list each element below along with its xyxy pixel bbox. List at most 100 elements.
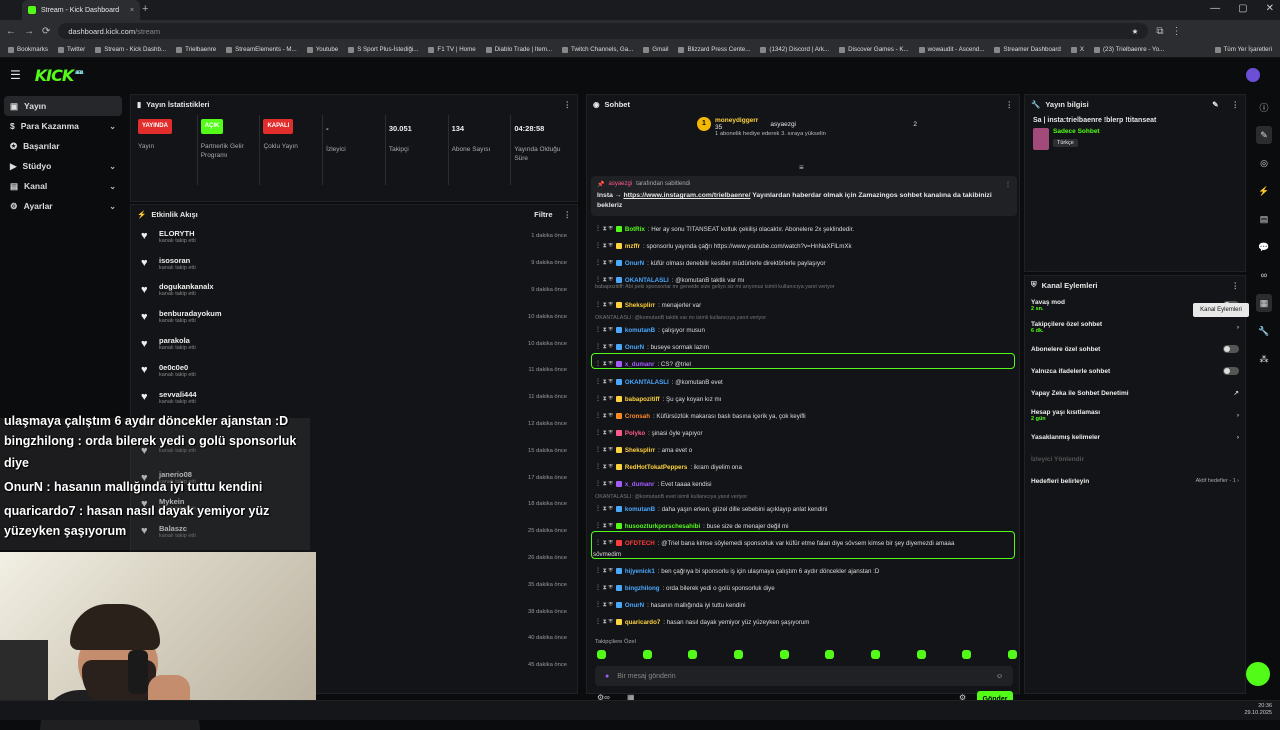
chat-username[interactable]: Polyko: [625, 430, 645, 437]
bookmark-star-icon[interactable]: ★: [1132, 27, 1139, 36]
back-icon[interactable]: ←: [6, 26, 16, 37]
sidebar-item-kanal[interactable]: ▤ Kanal ⌄: [0, 176, 126, 196]
emote-icon[interactable]: [688, 650, 698, 659]
pinned-link[interactable]: https://www.instagram.com/trielbaenre/: [623, 192, 750, 199]
chat-username[interactable]: x_dumanr: [625, 361, 655, 368]
more-options-icon[interactable]: ⋮: [564, 210, 572, 219]
channel-action-item[interactable]: Abonelere özel sohbet: [1025, 338, 1245, 360]
activity-username[interactable]: isosoran: [159, 256, 196, 265]
chat-username[interactable]: mzffr: [625, 243, 640, 250]
sidebar-item-başarılar[interactable]: ✪ Başarılar: [0, 136, 126, 156]
bookmark-item[interactable]: F1 TV | Home: [428, 46, 476, 53]
browser-tab[interactable]: Stream - Kick Dashboard ×: [22, 0, 140, 20]
stream-category[interactable]: Sadece Sohbet: [1053, 128, 1100, 135]
emote-icon[interactable]: [870, 650, 880, 659]
chat-username[interactable]: Sheksplirr: [625, 447, 655, 454]
extensions-icon[interactable]: ⧉: [1156, 26, 1163, 37]
document-icon[interactable]: ▤: [1256, 210, 1272, 228]
bolt-icon[interactable]: ⚡: [1256, 182, 1272, 200]
chat-username[interactable]: OnurN: [625, 602, 644, 609]
chat-username[interactable]: OFDTECH: [625, 540, 655, 547]
apps-icon[interactable]: ⁂: [1256, 350, 1272, 368]
toggle-switch[interactable]: [1223, 345, 1239, 353]
edit-icon[interactable]: ✎: [1212, 100, 1218, 109]
chevron-down-icon[interactable]: ⌄: [109, 162, 116, 171]
activity-username[interactable]: ELORYTH: [159, 229, 196, 238]
unpin-icon[interactable]: ⋮: [1005, 181, 1011, 188]
link-icon[interactable]: ∞: [1256, 266, 1272, 284]
action-right[interactable]: ›: [1237, 434, 1239, 441]
pinned-by[interactable]: asyaezgi: [608, 181, 632, 188]
chat-username[interactable]: RedHotTokatPeppers: [625, 464, 687, 471]
channel-action-item[interactable]: Yasaklanmış kelimeler ›: [1025, 426, 1245, 448]
more-options-icon[interactable]: ⋮: [1232, 100, 1240, 109]
close-tab-icon[interactable]: ×: [130, 7, 134, 14]
chat-username[interactable]: OnurN: [625, 344, 644, 351]
activity-username[interactable]: 0e0c0e0: [159, 363, 196, 372]
chat-username[interactable]: OKANTALASLI: [625, 379, 669, 386]
chat-username[interactable]: Sheksplirr: [625, 302, 655, 309]
message-actions-icon[interactable]: ⋮ ⧗ ⛨: [595, 618, 613, 626]
channel-action-item[interactable]: Yalnızca ifadelerle sohbet: [1025, 360, 1245, 382]
gift-second-user[interactable]: asyaezgi: [770, 121, 796, 128]
sidebar-item-yayın[interactable]: ▣ Yayın: [4, 96, 122, 116]
bookmark-item[interactable]: Blizzard Press Cente...: [678, 46, 750, 53]
emote-icon[interactable]: [733, 650, 743, 659]
sidebar-item-ayarlar[interactable]: ⚙ Ayarlar ⌄: [0, 196, 126, 216]
channel-action-item[interactable]: Yapay Zeka ile Sohbet Denetimi ↗: [1025, 382, 1245, 404]
bookmark-item[interactable]: Youtube: [306, 46, 338, 53]
activity-username[interactable]: dogukankanalx: [159, 282, 214, 291]
message-actions-icon[interactable]: ⋮ ⧗ ⛨: [595, 584, 613, 592]
chat-username[interactable]: komutanB: [625, 327, 655, 334]
message-actions-icon[interactable]: ⋮ ⧗ ⛨: [595, 301, 613, 309]
chat-username[interactable]: OnurN: [625, 260, 644, 267]
more-options-icon[interactable]: ⋮: [1006, 100, 1014, 109]
channel-actions-icon[interactable]: ▦: [1256, 294, 1272, 312]
message-actions-icon[interactable]: ⋮ ⧗ ⛨: [595, 505, 613, 513]
bookmark-item[interactable]: Diablo Trade | Item...: [485, 46, 552, 53]
chat-username[interactable]: husoozturkporschesahibi: [625, 523, 700, 530]
message-actions-icon[interactable]: ⋮ ⧗ ⛨: [595, 429, 613, 437]
bookmark-item[interactable]: Stream - Kick Dashb...: [95, 46, 166, 53]
message-actions-icon[interactable]: ⋮ ⧗ ⛨: [595, 463, 613, 471]
bookmark-item[interactable]: Trielbaenre: [176, 46, 216, 53]
url-field[interactable]: dashboard.kick.com/stream ★: [58, 23, 1149, 39]
message-actions-icon[interactable]: ⋮ ⧗ ⛨: [595, 446, 613, 454]
message-actions-icon[interactable]: ⋮ ⧗ ⛨: [595, 225, 613, 233]
close-window-icon[interactable]: ✕: [1266, 3, 1274, 14]
wrench-icon[interactable]: 🔧: [1256, 322, 1272, 340]
message-actions-icon[interactable]: ⋮ ⧗ ⛨: [595, 276, 613, 284]
camera-icon[interactable]: ◎: [1256, 154, 1272, 172]
forward-icon[interactable]: →: [24, 26, 34, 37]
chat-username[interactable]: hijyenick1: [625, 568, 655, 575]
activity-username[interactable]: benburadayokum: [159, 309, 222, 318]
more-options-icon[interactable]: ⋮: [1232, 281, 1240, 290]
activity-username[interactable]: parakola: [159, 336, 196, 345]
channel-action-item[interactable]: İzleyici Yönlendir: [1025, 448, 1245, 470]
bookmark-item[interactable]: (1342) Discord | Ark...: [760, 46, 829, 53]
action-right[interactable]: ›: [1237, 412, 1239, 419]
emote-icon[interactable]: [916, 650, 926, 659]
chat-username[interactable]: komutanB: [625, 506, 655, 513]
chat-input[interactable]: ● Bir mesaj gönderin ☺: [595, 666, 1013, 686]
chevron-down-icon[interactable]: ⌄: [109, 202, 116, 211]
message-actions-icon[interactable]: ⋮ ⧗ ⛨: [595, 412, 613, 420]
activity-username[interactable]: sevvali444: [159, 390, 197, 399]
bookmark-item[interactable]: S Sport Plus-İstediği...: [348, 46, 418, 53]
action-right[interactable]: ↗: [1234, 389, 1239, 397]
message-actions-icon[interactable]: ⋮ ⧗ ⛨: [595, 378, 613, 386]
help-chat-button[interactable]: [1246, 662, 1270, 686]
more-options-icon[interactable]: ⋮: [564, 100, 572, 109]
bookmark-item[interactable]: Tüm Yer İşaretleri: [1214, 46, 1272, 53]
message-actions-icon[interactable]: ⋮ ⧗ ⛨: [595, 360, 613, 368]
bookmark-item[interactable]: Twitch Channels, Ga...: [562, 46, 633, 53]
emote-icon[interactable]: [597, 650, 606, 659]
channel-action-item[interactable]: Hesap yaşı kısıtlaması 2 gün ›: [1025, 404, 1245, 426]
message-actions-icon[interactable]: ⋮ ⧗ ⛨: [595, 242, 613, 250]
chat-username[interactable]: babapozitiff: [625, 396, 660, 403]
chat-username[interactable]: quaricardo7: [625, 619, 660, 626]
emote-icon[interactable]: [1007, 650, 1017, 659]
message-actions-icon[interactable]: ⋮ ⧗ ⛨: [595, 539, 613, 547]
sidebar-item-para-kazanma[interactable]: $ Para Kazanma ⌄: [0, 116, 126, 136]
reload-icon[interactable]: ⟳: [42, 26, 50, 37]
